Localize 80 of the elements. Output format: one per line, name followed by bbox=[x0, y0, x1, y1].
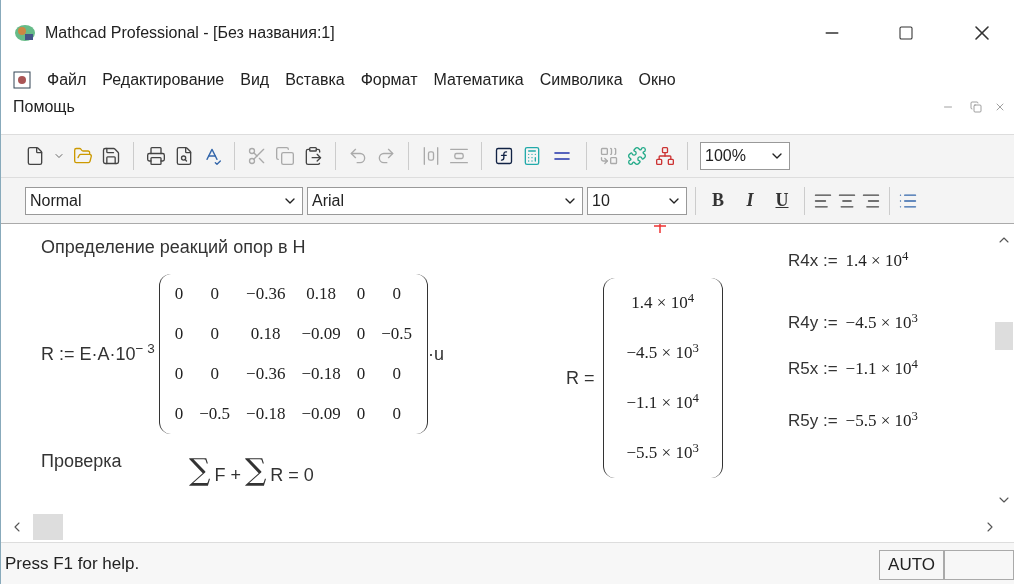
font-size-dropdown[interactable]: 10 bbox=[587, 186, 687, 215]
matrix-cell-text: 0 bbox=[210, 283, 219, 306]
menu-item[interactable]: Файл bbox=[47, 68, 87, 92]
italic-button[interactable]: I bbox=[736, 187, 764, 214]
app-logo-icon bbox=[13, 22, 37, 44]
menu-item[interactable]: Математика bbox=[433, 68, 524, 92]
variable-name: R5x := bbox=[788, 358, 838, 380]
vector-cell-text: −1.1 × 10$^{4}$ bbox=[626, 390, 699, 415]
math-expression: −1.1 × 10$^{4}$ bbox=[845, 356, 918, 380]
window-title: Mathcad Professional - [Без названия:1] bbox=[45, 23, 335, 43]
matrix-cell-text: 0 bbox=[356, 283, 366, 306]
math-expression: ·u bbox=[428, 342, 445, 366]
heading-text: Определение реакций опор в H bbox=[41, 236, 306, 259]
menu-item[interactable]: Помощь bbox=[13, 95, 75, 119]
matrix-cell-text: 0 bbox=[210, 363, 219, 386]
vector-cell-text: −4.5 × 10$^{3}$ bbox=[626, 340, 699, 365]
matrix-cell-text: 0 bbox=[210, 323, 219, 346]
network-icon[interactable] bbox=[655, 146, 675, 166]
menu-item[interactable]: Вид bbox=[240, 68, 270, 92]
style-dropdown[interactable]: Normal bbox=[25, 186, 303, 215]
matrix-cell-text: 0.18 bbox=[250, 323, 281, 346]
menu-item[interactable]: Символика bbox=[539, 68, 623, 92]
matrix-cell-text: 0 bbox=[174, 283, 184, 306]
check-label: Проверка bbox=[41, 450, 122, 473]
math-expression: −5.5 × 10$^{3}$ bbox=[845, 408, 918, 432]
matrix-cell-text: 0 bbox=[174, 323, 184, 346]
variable-name: R5y := bbox=[788, 410, 838, 432]
math-expression: −4.5 × 10$^{3}$ bbox=[845, 310, 918, 334]
matrix-cell-text: 0 bbox=[356, 363, 366, 386]
font-dropdown[interactable]: Arial bbox=[307, 186, 583, 215]
crosshair-icon bbox=[653, 224, 667, 234]
paste-icon[interactable] bbox=[303, 146, 323, 166]
maximize-icon[interactable] bbox=[898, 25, 914, 41]
document-icon[interactable] bbox=[13, 71, 31, 89]
matrix-cell-text: −0.18 bbox=[246, 403, 286, 426]
matrix-cell-text: 0.18 bbox=[306, 283, 336, 306]
matrix-cell-text: 0 bbox=[174, 403, 184, 426]
math-expression: F + bbox=[214, 464, 241, 487]
matrix-cell-text: 0 bbox=[392, 363, 401, 386]
math-expression: R = 0 bbox=[270, 464, 314, 487]
save-icon[interactable] bbox=[101, 146, 121, 166]
matrix-cell-text: −0.09 bbox=[301, 403, 341, 426]
print-icon[interactable] bbox=[146, 146, 166, 166]
menu-item[interactable]: Окно bbox=[638, 68, 676, 92]
mode-indicator: AUTO bbox=[879, 550, 944, 580]
underline-button[interactable]: U bbox=[768, 187, 796, 214]
matrix-cell-text: −0.5 bbox=[381, 323, 413, 346]
new-document-icon[interactable] bbox=[25, 146, 45, 166]
bold-button[interactable]: B bbox=[704, 187, 732, 214]
matrix-cell-text: −0.36 bbox=[246, 283, 286, 306]
matrix-cell-text: −0.09 bbox=[301, 323, 341, 346]
vector-cell-text: 1.4 × 10$^{4}$ bbox=[631, 290, 695, 315]
matrix-cell-text: 0 bbox=[356, 403, 366, 426]
scrollbar-thumb[interactable] bbox=[33, 514, 63, 540]
menu-item[interactable]: Формат bbox=[360, 68, 418, 92]
matrix-cell-text: −0.18 bbox=[301, 363, 341, 386]
scrollbar-thumb[interactable] bbox=[995, 322, 1013, 350]
math-expression: 1.4 × 10$^{4}$ bbox=[845, 248, 909, 272]
matrix-cell-text: 0 bbox=[392, 283, 401, 306]
variable-name: R4x := bbox=[788, 250, 838, 272]
sum-symbol: ∑ bbox=[244, 454, 267, 485]
matrix-cell-text: −0.5 bbox=[199, 403, 231, 426]
sum-symbol: ∑ bbox=[189, 454, 211, 485]
status-panel bbox=[944, 550, 1014, 580]
print-preview-icon[interactable] bbox=[174, 146, 194, 166]
status-text: Press F1 for help. bbox=[5, 552, 140, 575]
menu-item[interactable]: Вставка bbox=[285, 68, 345, 92]
math-expression: R := E·A·10$^{− 3}$ bbox=[41, 340, 155, 366]
open-folder-icon[interactable] bbox=[73, 146, 93, 166]
matrix-cell-text: 0 bbox=[356, 323, 366, 346]
puzzle-icon[interactable] bbox=[627, 146, 647, 166]
variable-name: R4y := bbox=[788, 312, 838, 334]
menu-item[interactable]: Редактирование bbox=[102, 68, 225, 92]
matrix-cell-text: 0 bbox=[392, 403, 401, 426]
vector-cell-text: −5.5 × 10$^{3}$ bbox=[626, 440, 699, 465]
matrix-cell-text: −0.36 bbox=[246, 363, 286, 386]
matrix-cell-text: 0 bbox=[174, 363, 184, 386]
math-expression: R = bbox=[566, 366, 595, 390]
function-icon[interactable] bbox=[494, 146, 514, 166]
zoom-dropdown[interactable]: 100% bbox=[700, 142, 790, 170]
